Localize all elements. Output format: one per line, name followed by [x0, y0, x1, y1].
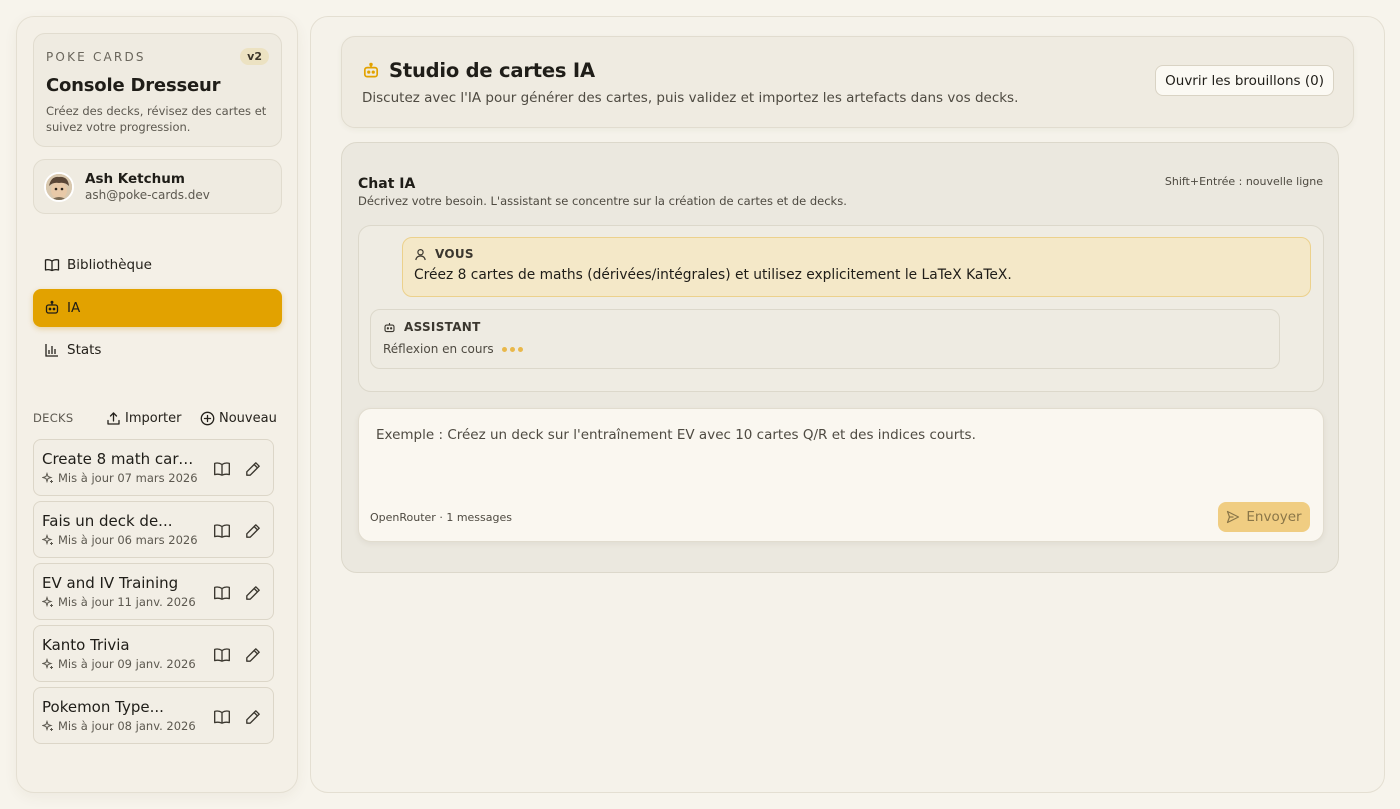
edit-deck-icon[interactable]: [244, 460, 262, 478]
message-composer: OpenRouter · 1 messages Envoyer: [358, 408, 1324, 542]
studio-header: Studio de cartes IA Discutez avec l'IA p…: [341, 36, 1354, 128]
nav-label-stats: Stats: [67, 342, 102, 358]
new-deck-button[interactable]: Nouveau: [200, 411, 277, 426]
user-icon: [414, 248, 427, 261]
deck-card[interactable]: EV and IV Training Mis à jour 11 janv. 2…: [33, 563, 274, 620]
user-name: Ash Ketchum: [85, 171, 185, 187]
edit-deck-icon[interactable]: [244, 522, 262, 540]
version-badge: v2: [240, 48, 269, 65]
edit-deck-icon[interactable]: [244, 584, 262, 602]
deck-card[interactable]: Fais un deck de... Mis à jour 06 mars 20…: [33, 501, 274, 558]
sparkles-icon: [42, 658, 54, 670]
decks-title: DECKS: [33, 411, 74, 425]
page-title: Studio de cartes IA: [389, 59, 595, 82]
import-label: Importer: [125, 410, 182, 426]
robot-icon: [383, 321, 396, 334]
send-button[interactable]: Envoyer: [1218, 502, 1310, 532]
user-role-label: VOUS: [435, 247, 474, 261]
plus-circle-icon: [200, 411, 215, 426]
deck-name: Pokemon Type...: [42, 698, 164, 716]
deck-card[interactable]: Create 8 math cards... Mis à jour 07 mar…: [33, 439, 274, 496]
nav-label-bibliotheque: Bibliothèque: [67, 257, 152, 273]
open-deck-icon[interactable]: [213, 522, 231, 540]
app-description: Créez des decks, révisez des cartes et s…: [46, 104, 267, 134]
deck-updated: Mis à jour 08 janv. 2026: [58, 719, 196, 733]
open-deck-icon[interactable]: [213, 584, 231, 602]
user-card[interactable]: Ash Ketchum ash@poke-cards.dev: [33, 159, 282, 214]
brand-card: POKE CARDS v2 Console Dresseur Créez des…: [33, 33, 282, 147]
sparkles-icon: [42, 472, 54, 484]
brand-eyebrow: POKE CARDS: [46, 49, 146, 64]
chat-panel: Chat IA Décrivez votre besoin. L'assista…: [341, 142, 1339, 573]
new-deck-label: Nouveau: [219, 410, 277, 426]
send-label: Envoyer: [1246, 509, 1302, 525]
nav-label-ia: IA: [67, 299, 81, 316]
user-message: VOUS Créez 8 cartes de maths (dérivées/i…: [402, 237, 1311, 297]
user-message-text: Créez 8 cartes de maths (dérivées/intégr…: [414, 267, 1012, 283]
assistant-message: ASSISTANT Réflexion en cours: [370, 309, 1280, 369]
deck-card[interactable]: Kanto Trivia Mis à jour 09 janv. 2026: [33, 625, 274, 682]
upload-icon: [106, 411, 121, 426]
page-description: Discutez avec l'IA pour générer des cart…: [362, 90, 1019, 106]
typing-indicator: [501, 346, 526, 352]
import-button[interactable]: Importer: [106, 411, 182, 426]
keyboard-hint: Shift+Entrée : nouvelle ligne: [1164, 175, 1323, 188]
sparkles-icon: [42, 596, 54, 608]
send-icon: [1226, 510, 1240, 524]
robot-icon: [44, 300, 60, 316]
robot-icon: [362, 62, 380, 80]
deck-card[interactable]: Pokemon Type... Mis à jour 08 janv. 2026: [33, 687, 274, 744]
sparkles-icon: [42, 720, 54, 732]
deck-name: Fais un deck de...: [42, 512, 173, 530]
deck-updated: Mis à jour 06 mars 2026: [58, 533, 198, 547]
main-nav: Bibliothèque IA Stats: [33, 246, 282, 374]
app-title: Console Dresseur: [46, 75, 221, 96]
avatar: [44, 171, 74, 202]
deck-updated: Mis à jour 11 janv. 2026: [58, 595, 196, 609]
assistant-status: Réflexion en cours: [383, 342, 494, 356]
deck-name: EV and IV Training: [42, 574, 179, 592]
composer-meta: OpenRouter · 1 messages: [370, 511, 512, 524]
assistant-role-label: ASSISTANT: [404, 320, 481, 334]
chat-title: Chat IA: [358, 176, 416, 192]
nav-item-bibliotheque[interactable]: Bibliothèque: [33, 246, 282, 284]
main-panel: Studio de cartes IA Discutez avec l'IA p…: [310, 16, 1385, 793]
nav-item-stats[interactable]: Stats: [33, 331, 282, 369]
deck-list: Create 8 math cards... Mis à jour 07 mar…: [33, 439, 274, 749]
open-drafts-button[interactable]: Ouvrir les brouillons (0): [1155, 65, 1334, 96]
nav-item-ia[interactable]: IA: [33, 288, 282, 327]
message-thread: VOUS Créez 8 cartes de maths (dérivées/i…: [358, 225, 1324, 392]
deck-updated: Mis à jour 07 mars 2026: [58, 471, 198, 485]
edit-deck-icon[interactable]: [244, 708, 262, 726]
sparkles-icon: [42, 534, 54, 546]
open-deck-icon[interactable]: [213, 460, 231, 478]
deck-name: Create 8 math cards...: [42, 450, 200, 468]
sidebar: POKE CARDS v2 Console Dresseur Créez des…: [16, 16, 298, 793]
edit-deck-icon[interactable]: [244, 646, 262, 664]
message-input[interactable]: [376, 427, 1296, 497]
deck-name: Kanto Trivia: [42, 636, 130, 654]
open-deck-icon[interactable]: [213, 646, 231, 664]
decks-header: DECKS Importer Nouveau: [33, 408, 278, 428]
user-email: ash@poke-cards.dev: [85, 188, 210, 202]
deck-updated: Mis à jour 09 janv. 2026: [58, 657, 196, 671]
bar-chart-icon: [44, 342, 60, 358]
open-deck-icon[interactable]: [213, 708, 231, 726]
chat-subtitle: Décrivez votre besoin. L'assistant se co…: [358, 194, 847, 208]
book-icon: [44, 257, 60, 273]
